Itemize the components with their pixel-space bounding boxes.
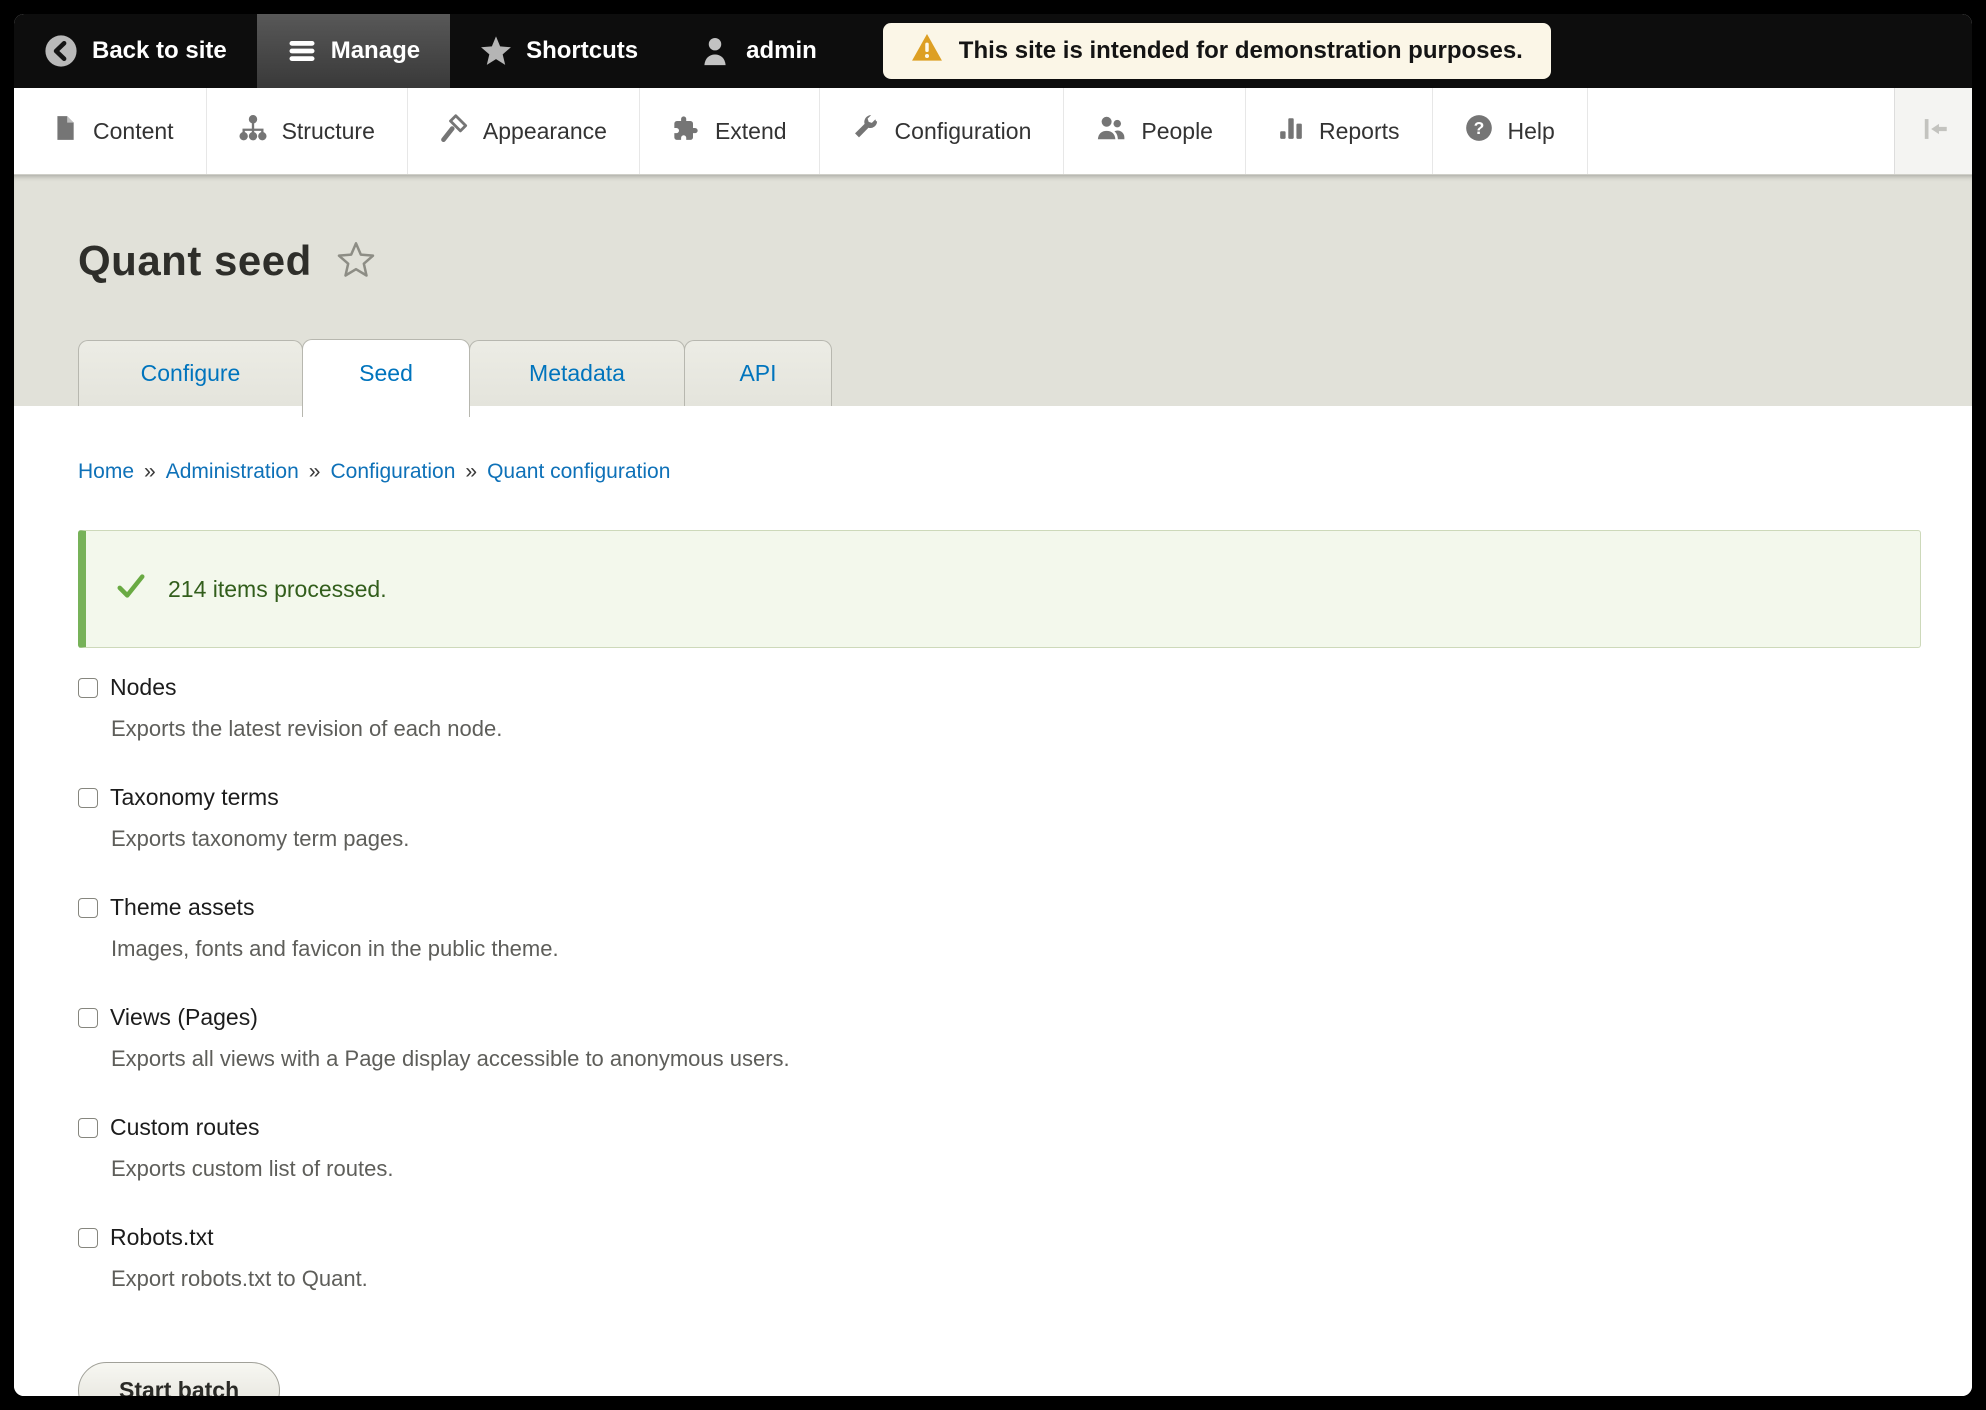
- form-item-custom-routes: Custom routes Exports custom list of rou…: [78, 1114, 1908, 1182]
- page-header: Quant seed Configure Seed Metadata API: [14, 175, 1972, 417]
- toolbar-item-structure[interactable]: Structure: [207, 88, 408, 174]
- shortcuts-label: Shortcuts: [526, 37, 639, 64]
- user-icon: [698, 34, 732, 68]
- checkbox-label[interactable]: Theme assets: [110, 894, 254, 921]
- toolbar-item-reports[interactable]: Reports: [1246, 88, 1433, 174]
- checkbox-views-pages[interactable]: [78, 1007, 98, 1028]
- username-label: admin: [746, 37, 817, 64]
- checkbox-label[interactable]: Views (Pages): [110, 1004, 258, 1031]
- checkmark-icon: [116, 571, 146, 607]
- checkbox-description: Exports taxonomy term pages.: [111, 826, 410, 851]
- toolbar-label: Content: [93, 117, 174, 144]
- tab-metadata[interactable]: Metadata: [469, 340, 685, 406]
- checkbox-label[interactable]: Custom routes: [110, 1114, 260, 1141]
- breadcrumb-link-configuration[interactable]: Configuration: [330, 460, 455, 483]
- toolbar-label: Reports: [1318, 117, 1400, 144]
- chevron-left-circle-icon: [44, 34, 78, 68]
- admin-toolbar: Back to site Manage Shortcuts admin This…: [14, 14, 1972, 88]
- toolbar-label: Help: [1507, 117, 1555, 144]
- checkbox-theme-assets[interactable]: [78, 897, 98, 918]
- form-item-robots-txt: Robots.txt Export robots.txt to Quant.: [78, 1224, 1908, 1292]
- manage-button[interactable]: Manage: [256, 14, 451, 88]
- breadcrumb-link-quant-configuration[interactable]: Quant configuration: [487, 460, 670, 483]
- tab-label: Seed: [359, 359, 413, 386]
- form-item-taxonomy-terms: Taxonomy terms Exports taxonomy term pag…: [78, 784, 1908, 852]
- tab-label: Metadata: [529, 360, 625, 386]
- checkbox-robots-txt[interactable]: [78, 1227, 98, 1248]
- checkbox-taxonomy-terms[interactable]: [78, 787, 98, 808]
- form-item-views-pages: Views (Pages) Exports all views with a P…: [78, 1004, 1908, 1072]
- toolbar-label: People: [1141, 117, 1213, 144]
- seed-form: Nodes Exports the latest revision of eac…: [78, 674, 1908, 1396]
- toolbar-item-content[interactable]: Content: [14, 88, 207, 174]
- breadcrumb-separator: »: [308, 460, 321, 483]
- checkbox-description: Exports the latest revision of each node…: [111, 716, 503, 741]
- checkbox-description: Exports all views with a Page display ac…: [111, 1046, 790, 1071]
- toolbar-item-people[interactable]: People: [1064, 88, 1246, 174]
- puzzle-piece-icon: [672, 114, 700, 148]
- form-item-nodes: Nodes Exports the latest revision of eac…: [78, 674, 1908, 742]
- status-message: 214 items processed.: [78, 530, 1921, 648]
- sitemap-icon: [239, 114, 267, 148]
- breadcrumb-separator: »: [465, 460, 478, 483]
- page-title: Quant seed: [78, 237, 312, 284]
- breadcrumb: Home » Administration » Configuration » Quant …: [78, 460, 1908, 484]
- tab-configure[interactable]: Configure: [78, 340, 303, 406]
- browser-window: Back to site Manage Shortcuts admin This…: [14, 14, 1972, 1396]
- user-menu-button[interactable]: admin: [668, 14, 847, 88]
- favorite-star-icon[interactable]: [336, 239, 376, 284]
- start-batch-button[interactable]: Start batch: [78, 1362, 281, 1396]
- checkbox-label[interactable]: Nodes: [110, 674, 176, 701]
- wrench-icon: [852, 114, 880, 148]
- checkbox-nodes[interactable]: [78, 677, 98, 698]
- checkbox-label[interactable]: Taxonomy terms: [110, 784, 279, 811]
- toolbar-item-help[interactable]: ? Help: [1433, 88, 1588, 174]
- checkbox-description: Export robots.txt to Quant.: [111, 1266, 368, 1291]
- breadcrumb-link-administration[interactable]: Administration: [166, 460, 299, 483]
- warning-triangle-icon: [911, 32, 943, 71]
- checkbox-description: Images, fonts and favicon in the public …: [111, 936, 559, 961]
- breadcrumb-separator: »: [144, 460, 156, 483]
- svg-text:?: ?: [1473, 118, 1484, 138]
- bar-chart-icon: [1278, 115, 1304, 147]
- paintbrush-icon: [440, 114, 468, 148]
- toolbar-label: Appearance: [482, 117, 607, 144]
- shortcuts-button[interactable]: Shortcuts: [450, 14, 668, 88]
- collapse-left-icon: [1917, 112, 1951, 151]
- form-item-theme-assets: Theme assets Images, fonts and favicon i…: [78, 894, 1908, 962]
- tab-seed[interactable]: Seed: [302, 339, 470, 417]
- checkbox-label[interactable]: Robots.txt: [110, 1224, 214, 1251]
- toolbar-item-appearance[interactable]: Appearance: [408, 88, 640, 174]
- tab-label: API: [739, 360, 777, 386]
- checkbox-description: Exports custom list of routes.: [111, 1156, 394, 1181]
- star-icon: [480, 35, 512, 67]
- status-message-text: 214 items processed.: [168, 575, 387, 602]
- manage-label: Manage: [330, 37, 421, 64]
- checkbox-custom-routes[interactable]: [78, 1117, 98, 1138]
- toolbar-item-configuration[interactable]: Configuration: [820, 88, 1065, 174]
- demo-warning-text: This site is intended for demonstration …: [958, 37, 1523, 64]
- tab-api[interactable]: API: [684, 340, 832, 406]
- main-content: Home » Administration » Configuration » Quant …: [14, 406, 1972, 1396]
- toolbar-label: Configuration: [894, 117, 1032, 144]
- question-circle-icon: ?: [1465, 114, 1493, 148]
- toolbar-collapse-button[interactable]: [1894, 88, 1972, 174]
- breadcrumb-link-home[interactable]: Home: [78, 460, 134, 483]
- back-to-site-button[interactable]: Back to site: [14, 14, 257, 88]
- document-icon: [52, 115, 78, 147]
- toolbar-label: Structure: [281, 117, 375, 144]
- hamburger-menu-icon: [287, 36, 317, 66]
- back-to-site-label: Back to site: [92, 37, 227, 64]
- demo-warning-banner: This site is intended for demonstration …: [882, 23, 1551, 79]
- toolbar-label: Extend: [714, 117, 787, 144]
- tab-label: Configure: [140, 360, 241, 386]
- toolbar-item-extend[interactable]: Extend: [640, 88, 820, 174]
- people-icon: [1096, 113, 1126, 149]
- admin-menu-bar: Content Structure Appearance Extend Conf…: [14, 88, 1972, 175]
- primary-tabs: Configure Seed Metadata API: [78, 339, 832, 417]
